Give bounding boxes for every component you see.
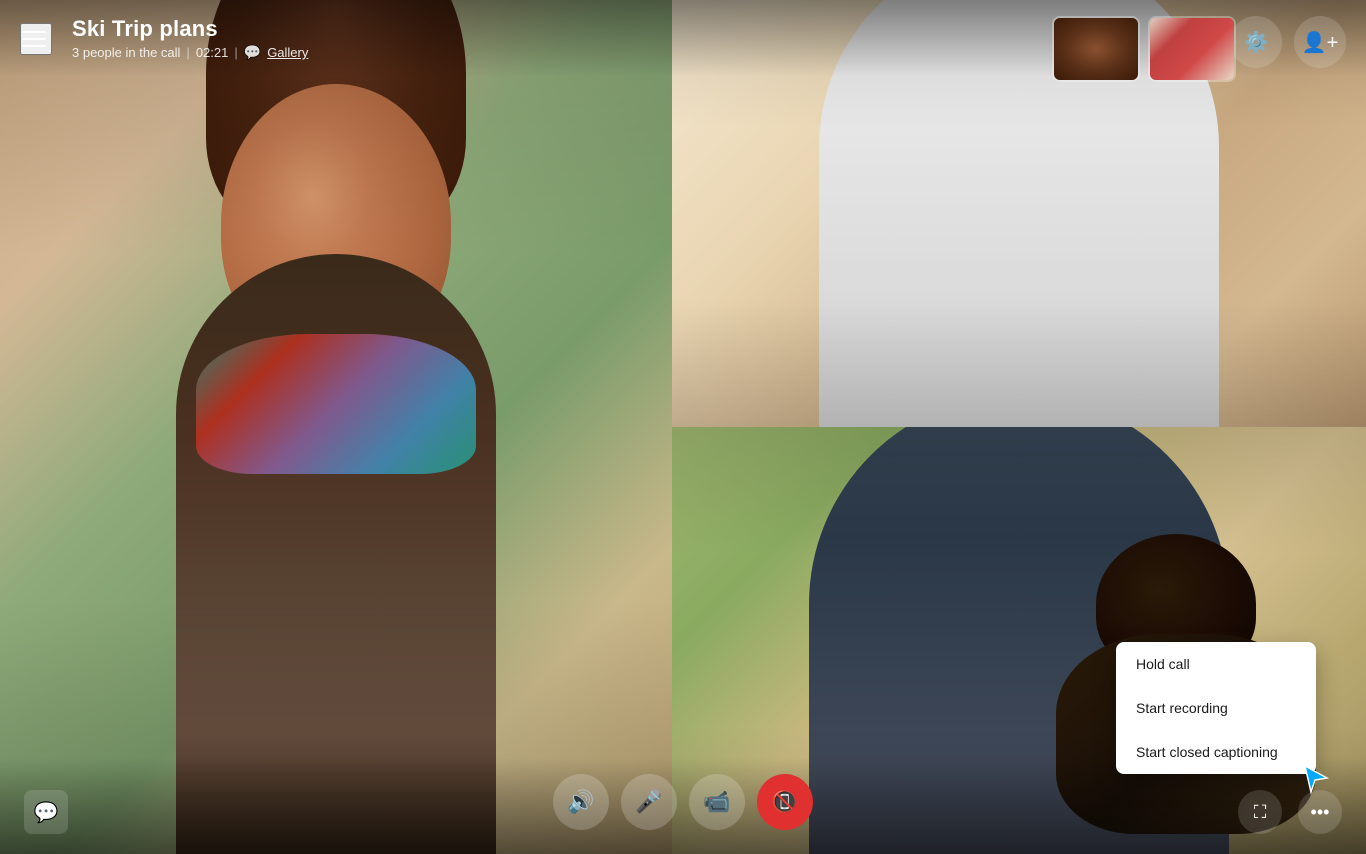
call-duration: 02:21 bbox=[196, 45, 229, 60]
hold-call-item[interactable]: Hold call bbox=[1116, 642, 1316, 686]
main-video-overlay bbox=[0, 0, 672, 854]
bottom-right-controls: ⛶ ••• bbox=[1238, 790, 1342, 834]
gallery-button[interactable]: Gallery bbox=[267, 45, 308, 60]
more-options-icon: ••• bbox=[1311, 802, 1330, 823]
bottom-left-controls: 💬 bbox=[24, 790, 68, 834]
sep-2: | bbox=[234, 45, 237, 60]
speaker-icon: 🔊 bbox=[567, 789, 594, 815]
hamburger-button[interactable] bbox=[20, 23, 52, 55]
settings-button[interactable]: ⚙️ bbox=[1230, 16, 1282, 68]
hamburger-line-3 bbox=[22, 45, 46, 47]
chat-button[interactable]: 💬 bbox=[24, 790, 68, 834]
main-video bbox=[0, 0, 672, 854]
thumbnails bbox=[1052, 16, 1236, 82]
camera-icon: 📹 bbox=[703, 789, 730, 815]
sep-1: | bbox=[186, 45, 189, 60]
more-options-button[interactable]: ••• bbox=[1298, 790, 1342, 834]
call-container: Ski Trip plans 3 people in the call | 02… bbox=[0, 0, 1366, 854]
thumbnail-2[interactable] bbox=[1148, 16, 1236, 82]
thumbnail-1[interactable] bbox=[1052, 16, 1140, 82]
chat-icon-small: 💬 bbox=[244, 44, 261, 61]
hamburger-line-1 bbox=[22, 31, 46, 33]
camera-button[interactable]: 📹 bbox=[689, 774, 745, 830]
hamburger-line-2 bbox=[22, 38, 46, 40]
thumb-2-bg bbox=[1150, 18, 1234, 80]
mute-button[interactable]: 🎤 bbox=[621, 774, 677, 830]
fullscreen-button[interactable]: ⛶ bbox=[1238, 790, 1282, 834]
dropdown-menu: Hold call Start recording Start closed c… bbox=[1116, 642, 1316, 774]
speaker-button[interactable]: 🔊 bbox=[553, 774, 609, 830]
microphone-icon: 🎤 bbox=[635, 789, 662, 815]
top-controls: ⚙️ 👤+ bbox=[1230, 16, 1346, 68]
chat-icon: 💬 bbox=[34, 800, 59, 825]
end-call-button[interactable]: 📵 bbox=[757, 774, 813, 830]
add-person-button[interactable]: 👤+ bbox=[1294, 16, 1346, 68]
fullscreen-icon: ⛶ bbox=[1254, 802, 1267, 823]
people-count: 3 people in the call bbox=[72, 45, 180, 60]
start-closed-captioning-item[interactable]: Start closed captioning bbox=[1116, 730, 1316, 774]
settings-icon: ⚙️ bbox=[1244, 30, 1269, 55]
end-call-icon: 📵 bbox=[771, 789, 798, 815]
thumb-1-bg bbox=[1054, 18, 1138, 80]
start-recording-item[interactable]: Start recording bbox=[1116, 686, 1316, 730]
add-person-icon: 👤+ bbox=[1302, 30, 1339, 55]
